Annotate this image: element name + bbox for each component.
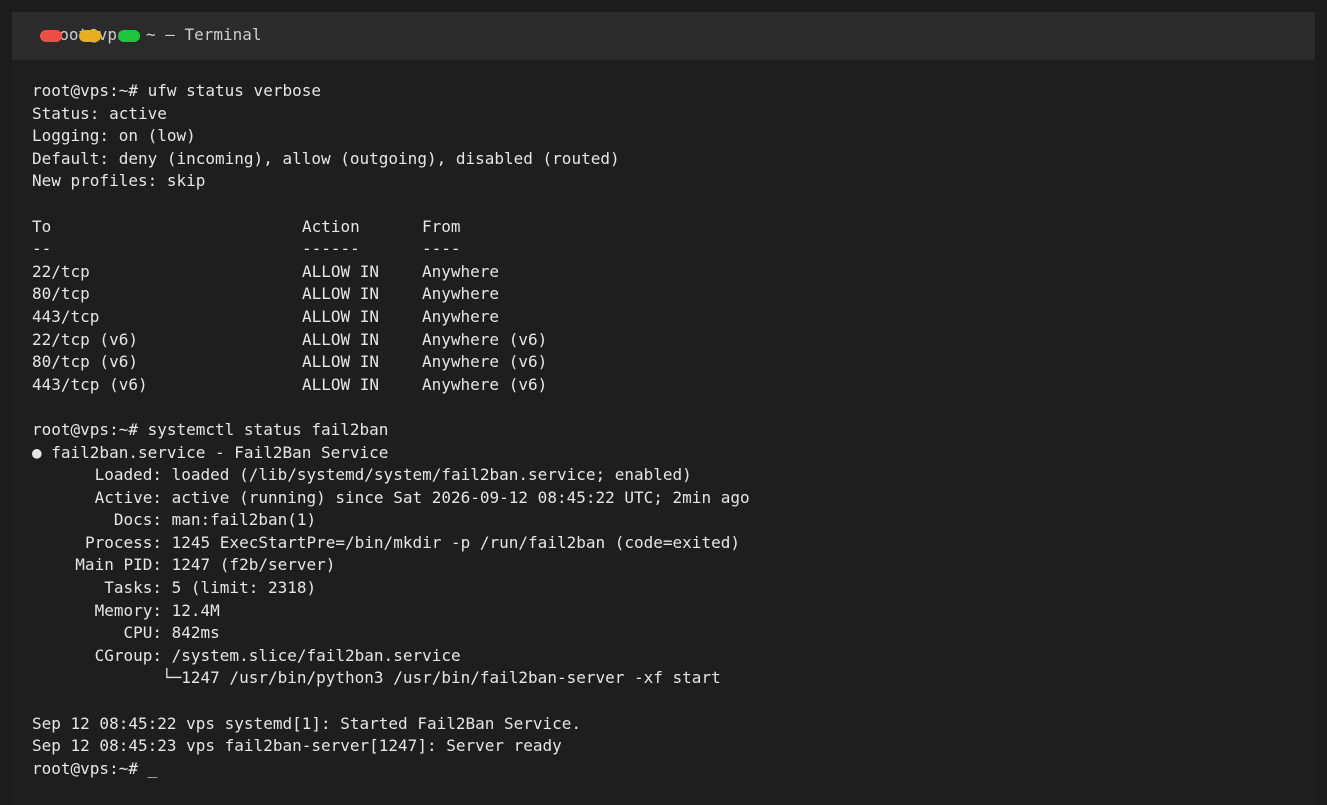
rule-row: 22/tcp ALLOW IN Anywhere [32, 261, 1302, 284]
header-action: Action [302, 216, 360, 236]
field-key: Tasks: [104, 578, 162, 598]
rule-row: 80/tcp ALLOW IN Anywhere [32, 283, 1302, 306]
rules-separator: -- ------ ---- [32, 238, 1302, 261]
rule-to: 22/tcp (v6) [32, 329, 138, 349]
maximize-button[interactable] [118, 30, 140, 42]
separator-action: ------ [302, 239, 360, 259]
field-value: 5 (limit: 2318) [162, 578, 317, 598]
field-value: man:fail2ban(1) [162, 510, 317, 530]
field-key: Active: [94, 487, 162, 507]
separator-to: -- [32, 239, 52, 259]
status-field-loaded: Loaded: loaded (/lib/systemd/system/fail… [32, 464, 1302, 487]
rule-from: Anywhere (v6) [422, 352, 548, 372]
rule-from: Anywhere [422, 284, 500, 304]
rule-from: Anywhere [422, 306, 500, 326]
status-field-process: Process: 1245 ExecStartPre=/bin/mkdir -p… [32, 532, 1302, 555]
service-status-line: ● fail2ban.service - Fail2Ban Service [32, 442, 389, 462]
field-value: 842ms [162, 623, 220, 643]
rule-row: 443/tcp ALLOW IN Anywhere [32, 306, 1302, 329]
title-bar[interactable]: root@vps: ~ — Terminal [12, 12, 1315, 60]
status-field-memory: Memory: 12.4M [32, 600, 1302, 623]
rules-header: To Action From [32, 216, 1302, 239]
rule-row: 22/tcp (v6) ALLOW IN Anywhere (v6) [32, 329, 1302, 352]
rule-row: 443/tcp (v6) ALLOW IN Anywhere (v6) [32, 374, 1302, 397]
rule-from: Anywhere (v6) [422, 374, 548, 394]
field-value: 1245 ExecStartPre=/bin/mkdir -p /run/fai… [162, 532, 740, 552]
output-line: Status: active [32, 103, 167, 123]
terminal-output[interactable]: root@vps:~# ufw status verbose Status: a… [32, 80, 1302, 780]
rule-to: 22/tcp [32, 261, 90, 281]
log-line: Sep 12 08:45:23 vps fail2ban-server[1247… [32, 736, 562, 756]
rule-action: ALLOW IN [302, 352, 380, 372]
output-line: Logging: on (low) [32, 126, 196, 146]
rule-to: 80/tcp [32, 284, 90, 304]
text-cursor: _ [147, 758, 158, 778]
rule-action: ALLOW IN [302, 329, 380, 349]
rule-row: 80/tcp (v6) ALLOW IN Anywhere (v6) [32, 351, 1302, 374]
rule-action: ALLOW IN [302, 261, 380, 281]
rule-from: Anywhere [422, 261, 500, 281]
command-text: systemctl status fail2ban [147, 419, 389, 439]
window-title: root@vps: ~ — Terminal [40, 25, 262, 44]
close-button[interactable] [40, 30, 62, 42]
terminal-window: root@vps: ~ — Terminal root@vps:~# ufw s… [12, 12, 1315, 805]
separator-from: ---- [422, 239, 461, 259]
rule-action: ALLOW IN [302, 374, 380, 394]
rule-to: 80/tcp (v6) [32, 352, 138, 372]
log-line: Sep 12 08:45:22 vps systemd[1]: Started … [32, 713, 582, 733]
rule-to: 443/tcp [32, 306, 100, 326]
field-key: Docs: [113, 510, 162, 530]
field-value: loaded (/lib/systemd/system/fail2ban.ser… [162, 465, 692, 485]
field-key: CPU: [123, 623, 162, 643]
rule-action: ALLOW IN [302, 306, 380, 326]
rule-to: 443/tcp (v6) [32, 374, 148, 394]
field-value: active (running) since Sat 2026-09-12 08… [162, 487, 750, 507]
prompt: root@vps:~# [32, 419, 148, 439]
status-field-tasks: Tasks: 5 (limit: 2318) [32, 577, 1302, 600]
output-line: New profiles: skip [32, 171, 206, 191]
header-from: From [422, 216, 461, 236]
field-key: CGroup: [94, 645, 162, 665]
active-prompt-line[interactable]: root@vps:~# _ [32, 758, 1302, 781]
status-field-cgroup: CGroup: /system.slice/fail2ban.service [32, 645, 1302, 668]
prompt: root@vps:~# [32, 81, 148, 100]
field-value: 12.4M [162, 600, 220, 620]
output-line: Default: deny (incoming), allow (outgoin… [32, 148, 620, 168]
command-text: ufw status verbose [147, 81, 321, 100]
minimize-button[interactable] [79, 30, 101, 42]
command-line: root@vps:~# ufw status verbose [32, 80, 1302, 103]
command-line: root@vps:~# systemctl status fail2ban [32, 419, 1302, 442]
cgroup-child-line: └─1247 /usr/bin/python3 /usr/bin/fail2ba… [162, 668, 721, 688]
status-field-main-pid: Main PID: 1247 (f2b/server) [32, 554, 1302, 577]
field-key: Memory: [94, 600, 162, 620]
status-field-active: Active: active (running) since Sat 2026-… [32, 487, 1302, 510]
header-to: To [32, 216, 52, 236]
field-value: 1247 (f2b/server) [162, 555, 336, 575]
status-field-cpu: CPU: 842ms [32, 622, 1302, 645]
status-field-docs: Docs: man:fail2ban(1) [32, 509, 1302, 532]
rule-from: Anywhere (v6) [422, 329, 548, 349]
field-key: Loaded: [94, 465, 162, 485]
field-value: /system.slice/fail2ban.service [162, 645, 461, 665]
field-key: Main PID: [75, 555, 162, 575]
rule-action: ALLOW IN [302, 284, 380, 304]
field-key: Process: [84, 532, 162, 552]
prompt: root@vps:~# [32, 758, 148, 778]
